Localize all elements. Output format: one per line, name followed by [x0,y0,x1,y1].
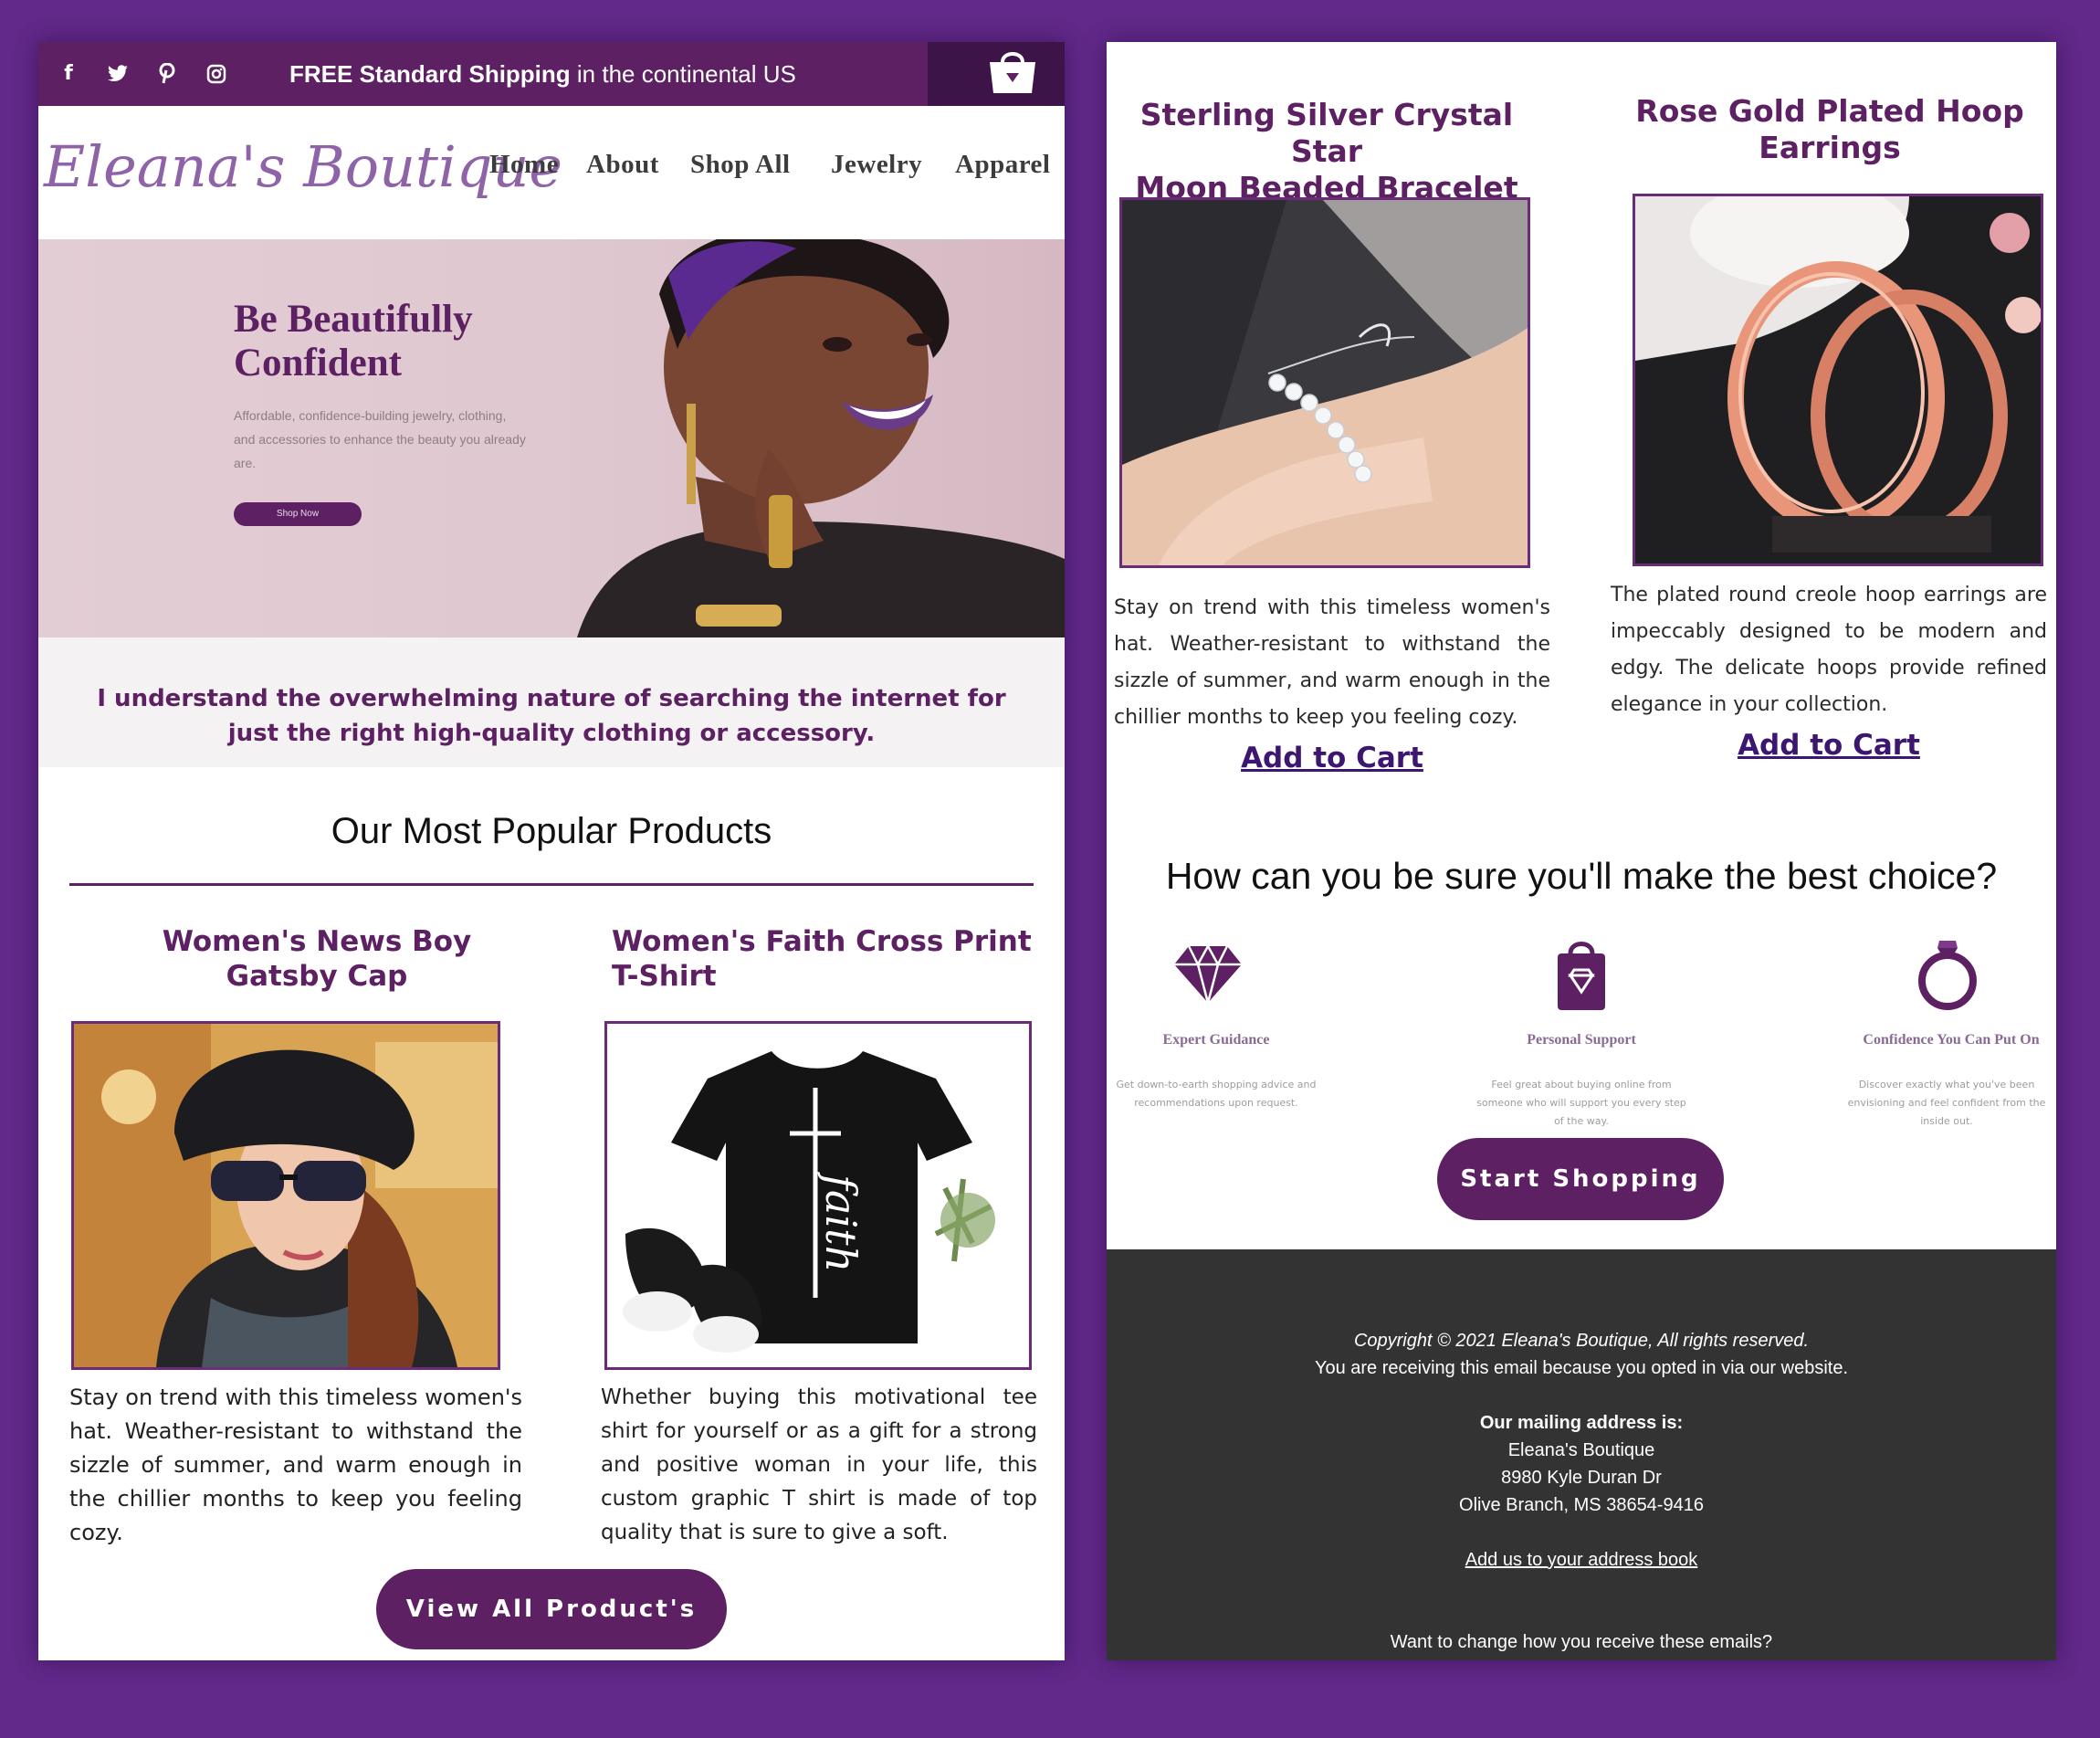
product-title-tshirt-line1: Women's Faith Cross Print [612,925,1032,958]
product-description-bracelet: Stay on trend with this timeless women's… [1114,596,1550,729]
footer-address-street: 8980 Kyle Duran Dr [1501,1468,1662,1488]
footer-change-preferences: Want to change how you receive these ema… [1390,1632,1773,1652]
email-preview-left: f FREE Standard Shipping in the continen… [38,42,1065,1660]
email-footer: Copyright © 2021 Eleana's Boutique, All … [1107,1249,2056,1660]
add-to-cart-earrings-link[interactable]: Add to Cart [1611,729,2047,762]
product-title-cap[interactable]: Women's News Boy Gatsby Cap [102,924,531,994]
hero-title-line2: Confident [234,342,402,384]
product-image-earrings[interactable] [1633,194,2043,566]
diamond-icon [1174,943,1242,1004]
product-title-earrings[interactable]: Rose Gold Plated Hoop Earrings [1620,93,2040,166]
nav-shop-all[interactable]: Shop All [690,150,791,180]
shipping-notice: FREE Standard Shipping in the continenta… [289,55,796,93]
add-to-address-book-link[interactable]: Add us to your address book [1107,1547,2056,1573]
nav-home[interactable]: Home [489,150,559,180]
shirt-graphic-text: faith [816,1172,866,1272]
email-preview-right: Sterling Silver Crystal Star Moon Beaded… [1107,42,2056,1660]
intro-quote-band: I understand the overwhelming nature of … [38,637,1065,767]
product-title-earrings-line1: Rose Gold Plated Hoop [1635,93,2024,129]
shopping-bag-icon [1558,942,1605,1010]
product-title-cap-line2: Gatsby Cap [226,960,408,993]
feature-personal-support-desc: Feel great about buying online from some… [1476,1079,1686,1127]
footer-address-city: Olive Branch, MS 38654-9416 [1459,1495,1704,1515]
pinterest-icon[interactable] [153,60,181,88]
product-title-cap-line1: Women's News Boy [162,925,472,958]
intro-quote: I understand the overwhelming nature of … [97,685,1006,747]
product-title-bracelet[interactable]: Sterling Silver Crystal Star Moon Beaded… [1112,97,1541,206]
feature-personal-support-title: Personal Support [1527,1032,1636,1048]
hero-banner: Be Beautifully Confident Affordable, con… [38,239,1065,637]
popular-heading: Our Most Popular Products [331,811,772,851]
brand-logo[interactable]: Eleana's Boutique [44,133,562,200]
feature-expert-guidance-title: Expert Guidance [1162,1032,1270,1048]
product-title-bracelet-line1: Sterling Silver Crystal Star [1139,97,1514,169]
cart-button[interactable] [928,42,1065,106]
product-image-cap[interactable] [71,1021,500,1370]
facebook-icon[interactable]: f [55,60,82,88]
footer-address-name: Eleana's Boutique [1507,1440,1655,1460]
nav-about[interactable]: About [586,150,659,180]
feature-confidence-title: Confidence You Can Put On [1863,1032,2040,1048]
view-all-products-button[interactable]: View All Product's [376,1569,727,1649]
section-divider [69,883,1034,886]
product-description-tshirt: Whether buying this motivational tee shi… [601,1385,1037,1544]
start-shopping-button[interactable]: Start Shopping [1437,1138,1724,1220]
add-to-cart-bracelet-link[interactable]: Add to Cart [1114,742,1550,774]
product-title-tshirt-line2: T-Shirt [612,960,717,993]
shop-now-button[interactable]: Shop Now [234,502,362,526]
hero-subtitle: Affordable, confidence-building jewelry,… [234,408,526,470]
hero-model-photo [577,239,1065,637]
shipping-notice-rest: in the continental US [570,60,796,88]
footer-mailing-heading: Our mailing address is: [1479,1413,1684,1433]
feature-confidence-desc: Discover exactly what you've been envisi… [1847,1079,2046,1127]
product-description-earrings: The plated round creole hoop earrings ar… [1611,584,2047,716]
product-image-bracelet[interactable] [1119,197,1530,568]
footer-copyright: Copyright © 2021 Eleana's Boutique, All … [1353,1331,1810,1351]
product-description-cap: Stay on trend with this timeless women's… [69,1385,522,1545]
feature-expert-guidance-desc: Get down-to-earth shopping advice and re… [1116,1079,1317,1109]
hero-title-line1: Be Beautifully [234,298,473,341]
twitter-icon[interactable] [104,60,131,88]
shipping-notice-bold: FREE Standard Shipping [289,60,571,88]
product-title-earrings-line2: Earrings [1759,130,1901,165]
ring-icon [1918,941,1977,1010]
nav-apparel[interactable]: Apparel [955,150,1050,180]
hero-title: Be Beautifully Confident [234,298,473,385]
product-image-tshirt[interactable]: faith [604,1021,1032,1370]
footer-opted-in: You are receiving this email because you… [1314,1358,1849,1378]
shopping-bag-icon [990,52,1035,93]
product-title-tshirt[interactable]: Women's Faith Cross Print T-Shirt [612,924,1041,994]
nav-jewelry[interactable]: Jewelry [831,150,922,180]
announcement-bar: f FREE Standard Shipping in the continen… [38,42,1065,106]
trust-heading: How can you be sure you'll make the best… [1165,855,1998,897]
instagram-icon[interactable] [203,60,230,88]
